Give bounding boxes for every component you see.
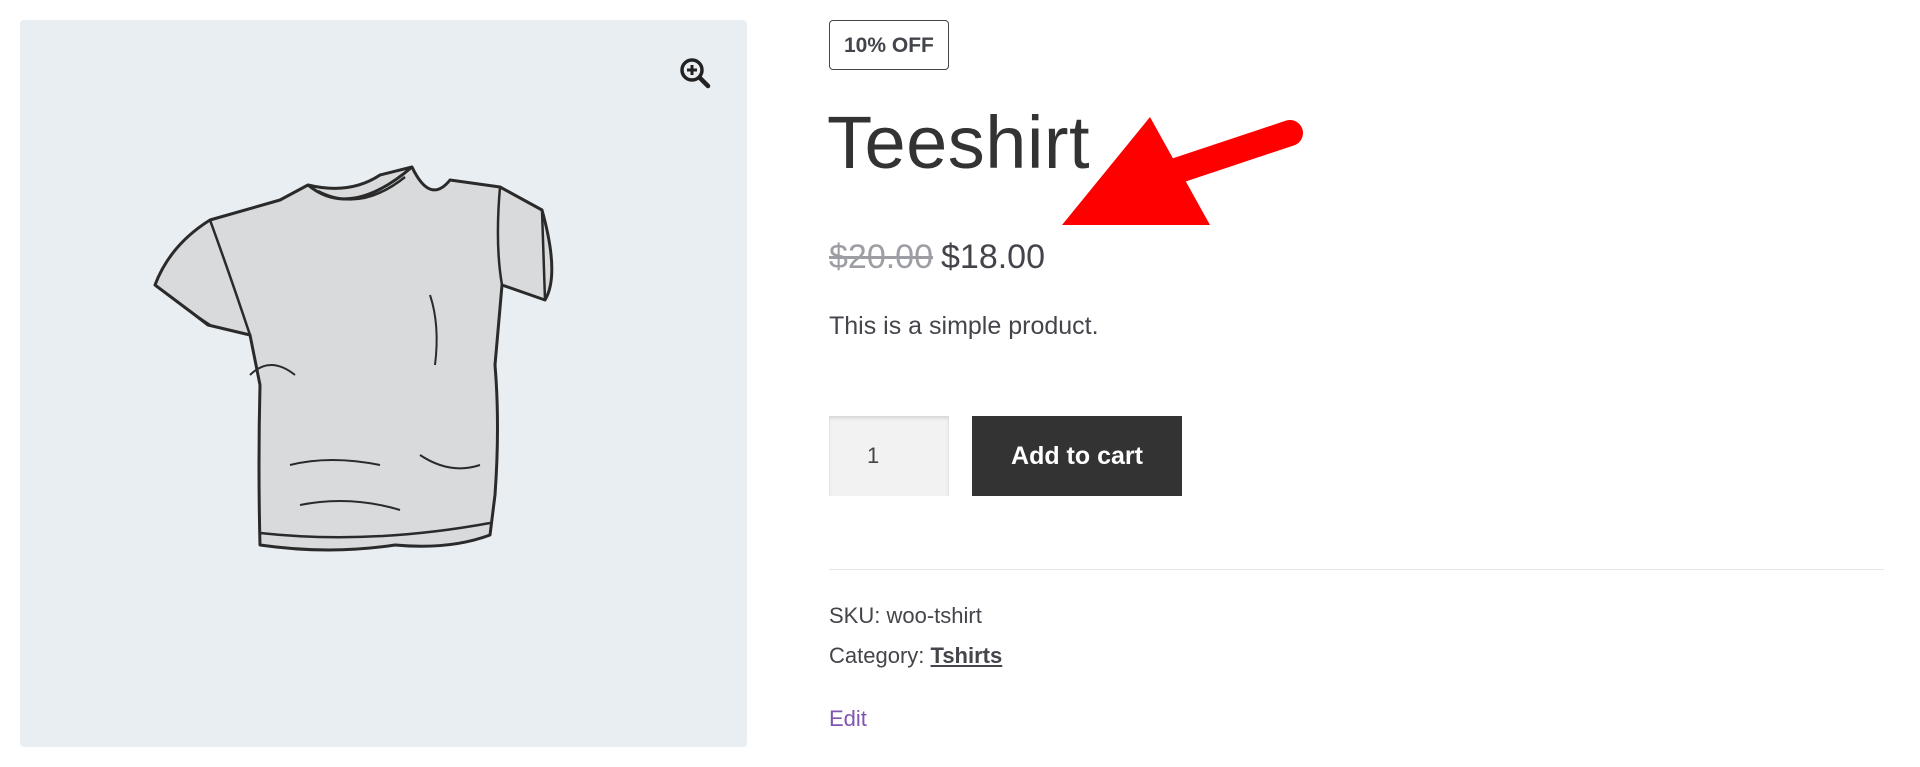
sku-line: SKU: woo-tshirt [829,603,982,629]
edit-link[interactable]: Edit [829,706,867,732]
product-gallery [20,20,747,747]
sku-value: woo-tshirt [886,603,982,628]
zoom-in-icon[interactable] [678,56,712,90]
category-line: Category: Tshirts [829,643,1002,669]
product-summary: 10% OFF Teeshirt $20.00 $18.00 This is a … [827,0,1889,767]
add-to-cart-button[interactable]: Add to cart [972,416,1182,496]
divider [829,569,1884,570]
category-label: Category: [829,643,925,668]
red-arrow [1062,117,1303,225]
regular-price: $20.00 [829,238,933,276]
discount-badge: 10% OFF [829,20,949,70]
product-page: 10% OFF Teeshirt $20.00 $18.00 This is a … [0,0,1920,767]
product-description: This is a simple product. [829,312,1099,340]
product-image[interactable] [150,165,640,620]
price: $20.00 $18.00 [829,238,1045,277]
sale-price: $18.00 [941,238,1045,276]
category-link[interactable]: Tshirts [931,643,1003,668]
sku-label: SKU: [829,603,881,628]
quantity-input[interactable] [829,416,949,496]
